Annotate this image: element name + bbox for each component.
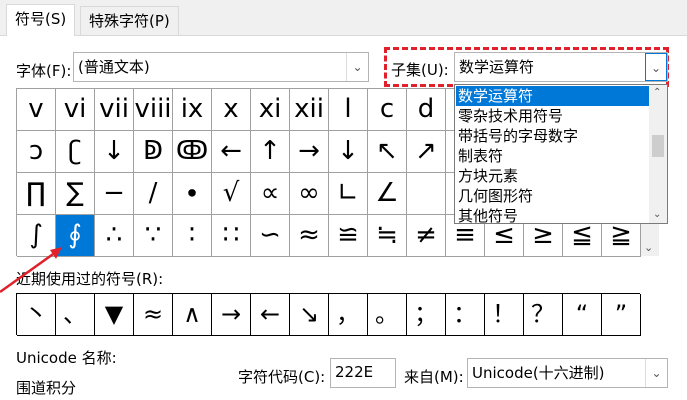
tab-symbols[interactable]: 符号(S) [6,4,76,36]
symbol-dialog: 符号(S) 特殊字符(P) 字体(F): (普通文本) ⌄ 子集(U): 数学运… [0,0,687,400]
annotation-arrow-icon [0,247,62,294]
